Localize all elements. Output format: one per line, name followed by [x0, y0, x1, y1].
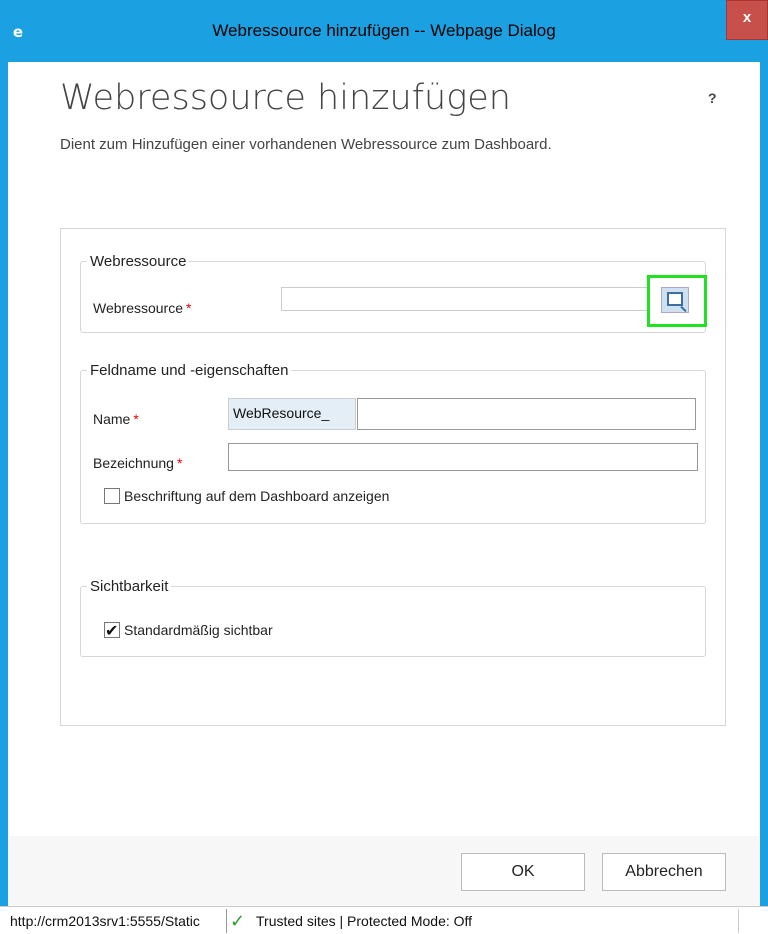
- show-label-text[interactable]: Beschriftung auf dem Dashboard anzeigen: [124, 488, 389, 504]
- help-button[interactable]: ?: [708, 90, 717, 106]
- name-input[interactable]: [357, 398, 696, 430]
- name-label-text: Name: [93, 411, 131, 427]
- close-button[interactable]: x: [726, 0, 768, 40]
- security-zone: Trusted sites | Protected Mode: Off: [256, 913, 473, 929]
- page-title: Webressource hinzufügen: [60, 78, 511, 118]
- label-label-text: Bezeichnung: [93, 455, 174, 471]
- name-label: Name *: [93, 411, 139, 427]
- webresource-input[interactable]: [281, 287, 653, 311]
- webresource-group-legend: Webressource: [90, 253, 187, 270]
- default-visible-checkbox[interactable]: [104, 621, 120, 640]
- status-divider-right: [738, 909, 739, 933]
- status-bar: http://crm2013srv1:5555/Static ✓ Trusted…: [0, 906, 768, 934]
- lookup-button[interactable]: [661, 287, 689, 313]
- ok-button[interactable]: OK: [461, 853, 585, 891]
- name-prefix: WebResource_: [228, 398, 356, 430]
- required-mark: *: [186, 300, 192, 316]
- webresource-label: Webressource *: [93, 300, 191, 316]
- window-title: Webressource hinzufügen -- Webpage Dialo…: [212, 21, 556, 40]
- field-properties-legend: Feldname und -eigenschaften: [90, 362, 289, 379]
- required-mark: *: [133, 411, 139, 427]
- required-mark: *: [176, 455, 183, 471]
- visibility-legend: Sichtbarkeit: [90, 578, 169, 595]
- status-divider: [226, 909, 227, 933]
- visibility-group: Sichtbarkeit: [80, 578, 706, 657]
- lookup-highlight: [647, 275, 707, 327]
- check-icon: ✓: [230, 911, 246, 932]
- cancel-button[interactable]: Abbrechen: [602, 853, 726, 891]
- label-label: Bezeichnung *: [93, 455, 182, 471]
- default-visible-text[interactable]: Standardmäßig sichtbar: [124, 622, 273, 638]
- close-icon: x: [742, 9, 752, 26]
- page-subtitle: Dient zum Hinzufügen einer vorhandenen W…: [60, 136, 552, 153]
- status-url: http://crm2013srv1:5555/Static: [10, 913, 200, 929]
- label-input[interactable]: [228, 443, 698, 471]
- show-label-checkbox[interactable]: [104, 488, 120, 504]
- title-bar: e Webressource hinzufügen -- Webpage Dia…: [0, 0, 768, 62]
- lookup-icon: [667, 292, 683, 306]
- webresource-label-text: Webressource: [93, 300, 184, 316]
